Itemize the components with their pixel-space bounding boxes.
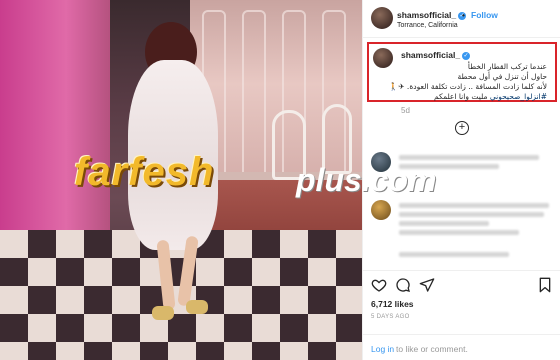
caption-line: عندما تركب القطار الخطأ: [467, 62, 547, 71]
avatar[interactable]: [371, 7, 393, 29]
location-link[interactable]: Torrance, California: [397, 22, 458, 29]
avatar[interactable]: [371, 200, 391, 220]
post-date: 5 DAYS AGO: [371, 314, 410, 320]
caption-line: #انزلوا_صحيحوني مليت وانا اعلمكم: [433, 92, 547, 101]
likes-count[interactable]: 6,712 likes: [371, 299, 414, 309]
bookmark-icon[interactable]: [537, 277, 553, 293]
caption-highlight: shamsofficial_ ✓ عندما تركب القطار الخطأ …: [367, 42, 557, 102]
list-item: [371, 200, 555, 235]
login-prompt: to like or comment.: [396, 344, 468, 354]
shoe: [152, 306, 174, 320]
action-bar: [371, 277, 555, 295]
blurred-text: [399, 221, 489, 226]
caption-time: 5d: [401, 106, 410, 115]
caption-line: لأنه كلما زادت المسافة .. زادت تكلفة الع…: [388, 82, 547, 91]
farfesh-watermark: farfesh plus.com: [74, 150, 474, 198]
post-header: shamsofficial_ ✓ • Follow Torrance, Calif…: [363, 0, 560, 38]
verified-icon: ✓: [462, 51, 471, 60]
comment-icon[interactable]: [395, 277, 411, 293]
follow-button[interactable]: Follow: [471, 10, 498, 20]
blurred-text: [399, 212, 544, 217]
login-link[interactable]: Log in: [371, 344, 394, 354]
blurred-text: [399, 203, 549, 208]
caption-avatar[interactable]: [373, 48, 393, 68]
heart-icon[interactable]: [371, 277, 387, 293]
watermark-plus: plus.com: [296, 162, 437, 198]
blurred-text: [399, 230, 519, 235]
login-footer: Log in to like or comment.: [363, 334, 560, 360]
divider: [363, 270, 560, 271]
blurred-text: [399, 252, 509, 257]
caption-hashtag[interactable]: #انزلوا_صحيحوني: [490, 92, 547, 101]
share-icon[interactable]: [419, 277, 435, 293]
load-more-comments-button[interactable]: +: [455, 121, 469, 135]
header-username[interactable]: shamsofficial_ ✓: [397, 10, 467, 20]
header-separator: •: [462, 10, 465, 20]
caption-line: حاول أن تنزل في أول محطة: [457, 72, 547, 81]
caption-username[interactable]: shamsofficial_ ✓: [401, 50, 471, 60]
list-item: [371, 250, 555, 262]
shoe: [186, 300, 208, 314]
watermark-main: farfesh: [74, 150, 215, 194]
